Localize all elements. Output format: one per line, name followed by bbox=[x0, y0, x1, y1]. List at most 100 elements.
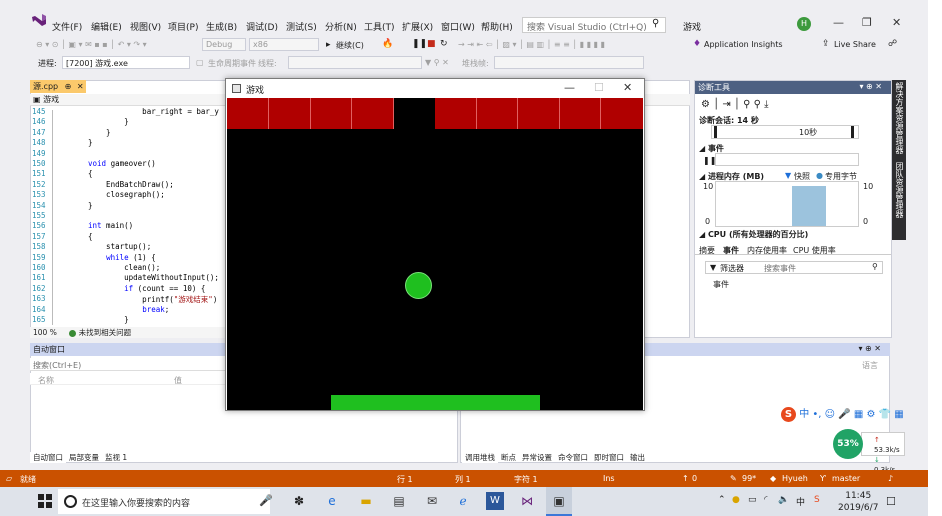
pencil-icon[interactable]: ✎ bbox=[730, 474, 737, 483]
thread-combo[interactable] bbox=[288, 56, 422, 69]
tab-breakpoints[interactable]: 断点 bbox=[498, 452, 519, 463]
game-title-bar[interactable]: 游戏 — ☐ ✕ bbox=[226, 79, 644, 98]
process-combo[interactable]: [7200] 游戏.exe bbox=[62, 56, 190, 69]
team-explorer-side-tab[interactable]: 团队资源管理器 bbox=[894, 162, 905, 218]
app-insights-icon[interactable]: ♦ bbox=[693, 39, 701, 49]
repo-icon[interactable]: ◆ bbox=[770, 474, 776, 483]
file-explorer-icon[interactable]: ▬ bbox=[357, 492, 375, 510]
baidu-netdisk-icon[interactable]: ✽ bbox=[290, 492, 308, 510]
memory-chart[interactable] bbox=[715, 181, 859, 227]
microphone-icon[interactable]: 🎤 bbox=[257, 492, 275, 510]
notification-bell-icon[interactable]: ♪ bbox=[888, 474, 893, 483]
diag-tab-memory[interactable]: 内存使用率 bbox=[747, 245, 787, 256]
restart-icon[interactable]: ↻ bbox=[440, 39, 448, 49]
zoom-combo[interactable]: 100 % bbox=[33, 328, 57, 337]
pause-icon[interactable]: ❚❚ bbox=[412, 39, 427, 49]
tab-autos[interactable]: 自动窗口 bbox=[30, 452, 66, 463]
platform-combo[interactable]: x86 bbox=[249, 38, 319, 51]
ie-browser-icon[interactable]: ℯ bbox=[454, 492, 472, 510]
menu-view[interactable]: 视图(V) bbox=[130, 20, 161, 33]
menu-project[interactable]: 项目(P) bbox=[168, 20, 198, 33]
tab-immediate-window[interactable]: 即时窗口 bbox=[591, 452, 627, 463]
diag-toolbar-icons[interactable]: ⚙ │ ⇥ │ ⚲ ⚲ ⤓ bbox=[701, 99, 769, 110]
publish-icon[interactable]: ↑ bbox=[682, 474, 689, 483]
autos-col-value[interactable]: 值 bbox=[174, 375, 182, 386]
game-close-button[interactable]: ✕ bbox=[623, 81, 632, 94]
tray-app-icon[interactable]: ● bbox=[732, 495, 740, 505]
continue-button[interactable]: 继续(C) bbox=[336, 40, 364, 51]
autos-col-name[interactable]: 名称 bbox=[38, 375, 54, 386]
menu-edit[interactable]: 编辑(E) bbox=[91, 20, 122, 33]
nav-back-forward-icons[interactable]: ⊖ ▾ ⊙ │ ▣ ▾ ✉ ▪ ▪ │ ↶ ▾ ↷ ▾ bbox=[36, 40, 147, 49]
menu-tools[interactable]: 工具(T) bbox=[364, 20, 395, 33]
filter-icon[interactable]: ▼ bbox=[710, 263, 716, 272]
step-icons[interactable]: → ⇥ ⇤ ⇦ │ ▨ ▾ │ ▤ ▥ │ ≡ ≡ │ ▮ ▮ ▮ ▮ bbox=[458, 40, 605, 49]
tab-call-stack[interactable]: 调用堆栈 bbox=[462, 452, 498, 463]
ime-punct-toggle[interactable]: •, bbox=[812, 409, 821, 420]
callstack-pane-controls-icons[interactable]: ▾ ⊕ ✕ bbox=[858, 344, 881, 353]
tab-exception-settings[interactable]: 异常设置 bbox=[519, 452, 555, 463]
diag-tab-cpu[interactable]: CPU 使用率 bbox=[793, 245, 836, 256]
menu-help[interactable]: 帮助(H) bbox=[481, 20, 513, 33]
stop-icon[interactable]: ■ bbox=[427, 39, 436, 49]
network-speed-widget[interactable]: ↑ 53.3k/s ↓ 0.3k/s 53% bbox=[833, 429, 911, 474]
edge-browser-icon[interactable]: e bbox=[323, 492, 341, 510]
menu-build[interactable]: 生成(B) bbox=[206, 20, 237, 33]
timeline-ruler[interactable] bbox=[711, 125, 859, 139]
status-changes-count[interactable]: 99* bbox=[742, 474, 756, 483]
status-repo-user[interactable]: Hyueh bbox=[782, 474, 808, 483]
editor-tab-source[interactable]: 源.cpp ⊕ ✕ bbox=[30, 80, 86, 93]
ime-lang-toggle[interactable]: 中 bbox=[799, 409, 809, 420]
lifecycle-events-icon[interactable]: ▢ bbox=[196, 58, 204, 67]
scope-combo[interactable]: 游戏 bbox=[43, 95, 59, 104]
store-icon[interactable]: ▤ bbox=[390, 492, 408, 510]
menu-debug[interactable]: 调试(D) bbox=[246, 20, 278, 33]
ime-tool-icons[interactable]: ☺ 🎤 ▦ ⚙ 👕 ▦ bbox=[825, 409, 904, 420]
config-combo[interactable]: Debug bbox=[202, 38, 246, 51]
ime-toolbar[interactable]: S 中 •, ☺ 🎤 ▦ ⚙ 👕 ▦ bbox=[781, 405, 904, 422]
app-insights-button[interactable]: Application Insights bbox=[704, 40, 783, 49]
live-share-icon[interactable]: ⇪ bbox=[822, 39, 830, 49]
branch-icon[interactable]: Ƴ bbox=[820, 474, 826, 483]
wifi-icon[interactable]: ◜ bbox=[764, 495, 768, 505]
code-text-area[interactable]: 145 bar_right = bar_y 146 } 147 } 148} 149 15… bbox=[30, 107, 230, 327]
diag-tab-events[interactable]: 事件 bbox=[723, 245, 739, 256]
feedback-icon[interactable]: ☍ bbox=[888, 39, 897, 49]
menu-analyze[interactable]: 分析(N) bbox=[325, 20, 357, 33]
sogou-tray-icon[interactable]: S bbox=[814, 495, 820, 505]
menu-window[interactable]: 窗口(W) bbox=[441, 20, 475, 33]
game-canvas[interactable] bbox=[227, 98, 643, 410]
filter-button[interactable]: 筛选器 bbox=[720, 263, 744, 274]
hot-reload-icon[interactable]: 🔥 bbox=[382, 39, 393, 49]
taskbar-clock[interactable]: 11:45 2019/6/7 bbox=[838, 490, 878, 514]
menu-extensions[interactable]: 扩展(X) bbox=[402, 20, 433, 33]
solution-explorer-side-tab[interactable]: 解决方案资源管理器 bbox=[894, 82, 905, 154]
cpu-section-label[interactable]: ◢ CPU (所有处理器的百分比) bbox=[699, 229, 808, 240]
diag-pane-controls-icons[interactable]: ▾ ⊕ ✕ bbox=[859, 82, 882, 91]
tray-ime-lang[interactable]: 中 bbox=[796, 495, 805, 508]
visual-studio-taskbar-icon[interactable]: ⋈ bbox=[518, 492, 536, 510]
mail-icon[interactable]: ✉ bbox=[423, 492, 441, 510]
lifecycle-events-button[interactable]: 生命周期事件 bbox=[208, 58, 256, 69]
search-events-icon[interactable]: ⚲ bbox=[872, 262, 878, 271]
volume-icon[interactable]: 🔈 bbox=[778, 495, 789, 505]
tab-command-window[interactable]: 命令窗口 bbox=[555, 452, 591, 463]
continue-icon[interactable]: ▸ bbox=[326, 40, 331, 50]
tab-locals[interactable]: 局部变量 bbox=[66, 452, 102, 463]
stack-frame-combo[interactable] bbox=[494, 56, 644, 69]
battery-icon[interactable]: ▭ bbox=[748, 495, 757, 505]
windows-start-icon[interactable] bbox=[38, 494, 52, 508]
menu-file[interactable]: 文件(F) bbox=[52, 20, 82, 33]
vs-close-button[interactable]: ✕ bbox=[892, 16, 901, 29]
events-track[interactable] bbox=[715, 153, 859, 166]
flag-filter-icons[interactable]: ▼ ⚲ ✕ bbox=[425, 58, 449, 67]
live-share-button[interactable]: Live Share bbox=[834, 40, 876, 49]
status-branch[interactable]: master bbox=[832, 474, 860, 483]
user-avatar[interactable]: H bbox=[797, 17, 811, 31]
game-taskbar-button[interactable]: ▣ bbox=[546, 487, 572, 516]
tab-watch1[interactable]: 监视 1 bbox=[102, 452, 130, 463]
game-maximize-button[interactable]: ☐ bbox=[594, 81, 604, 94]
vs-search-input[interactable]: 搜索 Visual Studio (Ctrl+Q) bbox=[522, 17, 666, 33]
status-publish-count[interactable]: 0 bbox=[692, 474, 697, 483]
diag-tab-summary[interactable]: 摘要 bbox=[699, 245, 715, 256]
